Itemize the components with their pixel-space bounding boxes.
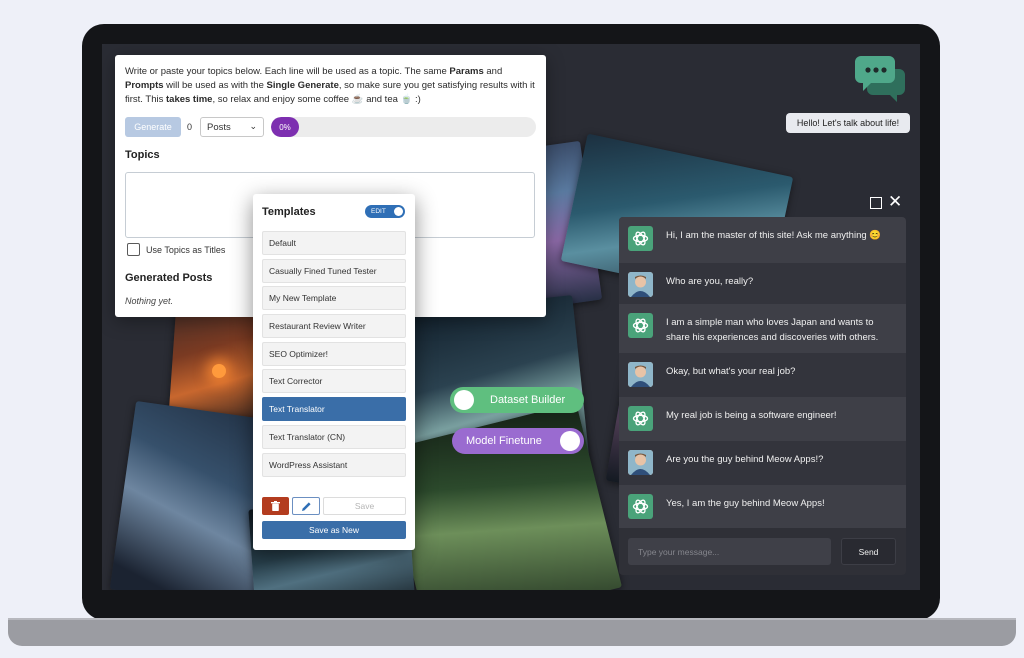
user-message: Okay, but what's your real job?	[619, 353, 906, 397]
user-message: Are you the guy behind Meow Apps!?	[619, 441, 906, 485]
progress-fill: 0%	[271, 117, 299, 137]
toggle-knob	[560, 431, 580, 451]
use-topics-option[interactable]: Use Topics as Titles	[127, 243, 225, 256]
message-text: My real job is being a software engineer…	[666, 410, 837, 421]
topics-heading: Topics	[125, 149, 160, 161]
message-text: Yes, I am the guy behind Meow Apps!	[666, 498, 825, 509]
user-avatar	[628, 362, 653, 387]
ai-message: My real job is being a software engineer…	[619, 397, 906, 441]
message-text: Who are you, really?	[666, 276, 754, 287]
templates-title: Templates	[262, 206, 316, 218]
openai-logo-icon	[628, 494, 653, 519]
template-item[interactable]: Restaurant Review Writer	[262, 314, 406, 339]
generated-count: 0	[187, 122, 193, 132]
edit-template-button[interactable]	[292, 497, 320, 515]
save-as-new-button[interactable]: Save as New	[262, 521, 406, 539]
template-item[interactable]: Text Translator (CN)	[262, 424, 406, 449]
template-item[interactable]: Default	[262, 231, 406, 255]
intro-text: Write or paste your topics below. Each l…	[125, 66, 535, 105]
delete-template-button[interactable]	[262, 497, 289, 515]
edit-toggle-label: EDIT	[371, 208, 386, 215]
use-topics-checkbox[interactable]	[127, 243, 140, 256]
dataset-builder-toggle[interactable]: Dataset Builder	[450, 387, 584, 413]
ai-message: I am a simple man who loves Japan and wa…	[619, 304, 906, 353]
laptop-screen: Write or paste your topics below. Each l…	[102, 44, 920, 590]
message-text: Okay, but what's your real job?	[666, 366, 796, 377]
post-type-value: Posts	[207, 121, 231, 133]
generate-button[interactable]: Generate	[125, 117, 181, 137]
close-icon[interactable]: ✕	[888, 193, 902, 210]
template-item[interactable]: Text Corrector	[262, 369, 406, 394]
maximize-icon[interactable]	[870, 197, 882, 209]
ai-message: Hi, I am the master of this site! Ask me…	[619, 217, 906, 263]
generated-posts-empty: Nothing yet.	[125, 296, 174, 306]
user-avatar	[628, 272, 653, 297]
chat-window: Type your message... Send Hi, I am the m…	[619, 217, 906, 575]
openai-logo-icon	[628, 313, 653, 338]
use-topics-label: Use Topics as Titles	[146, 244, 226, 255]
chat-bubbles-icon[interactable]	[855, 55, 907, 103]
template-item[interactable]: Casually Fined Tuned Tester	[262, 258, 406, 283]
user-message: Who are you, really?	[619, 263, 906, 304]
toggle-knob	[394, 207, 403, 216]
ai-message: Yes, I am the guy behind Meow Apps!	[619, 485, 906, 528]
save-template-button[interactable]: Save	[323, 497, 406, 515]
trash-icon	[271, 501, 280, 511]
chevron-down-icon: ⌄	[249, 121, 257, 131]
post-type-select[interactable]: Posts ⌄	[200, 117, 264, 137]
progress-bar: 0%	[271, 117, 536, 137]
template-item[interactable]: WordPress Assistant	[262, 452, 406, 477]
templates-panel: Templates EDIT Default Casually Fined Tun…	[253, 194, 415, 550]
lantern-glow	[212, 364, 226, 378]
model-finetune-toggle[interactable]: Model Finetune	[452, 428, 584, 454]
chat-message-input[interactable]: Type your message...	[628, 538, 831, 565]
pencil-icon	[301, 501, 311, 511]
openai-logo-icon	[628, 406, 653, 431]
message-text: I am a simple man who loves Japan and wa…	[666, 317, 879, 343]
send-button[interactable]: Send	[841, 538, 896, 565]
template-item[interactable]: SEO Optimizer!	[262, 341, 406, 366]
message-text: Hi, I am the master of this site! Ask me…	[666, 230, 882, 241]
edit-toggle[interactable]: EDIT	[365, 205, 405, 218]
message-text: Are you the guy behind Meow Apps!?	[666, 454, 824, 465]
user-avatar	[628, 450, 653, 475]
toggle-knob	[454, 390, 474, 410]
template-item[interactable]: My New Template	[262, 286, 406, 311]
openai-logo-icon	[628, 226, 653, 251]
templates-list: Default Casually Fined Tuned Tester My New…	[262, 231, 406, 480]
template-item[interactable]: Text Translator	[262, 397, 406, 422]
generated-posts-heading: Generated Posts	[125, 272, 213, 284]
model-finetune-label: Model Finetune	[466, 435, 542, 447]
dataset-builder-label: Dataset Builder	[490, 394, 566, 406]
chat-greeting-bubble[interactable]: Hello! Let's talk about life!	[786, 113, 910, 133]
laptop-base	[8, 620, 1016, 646]
